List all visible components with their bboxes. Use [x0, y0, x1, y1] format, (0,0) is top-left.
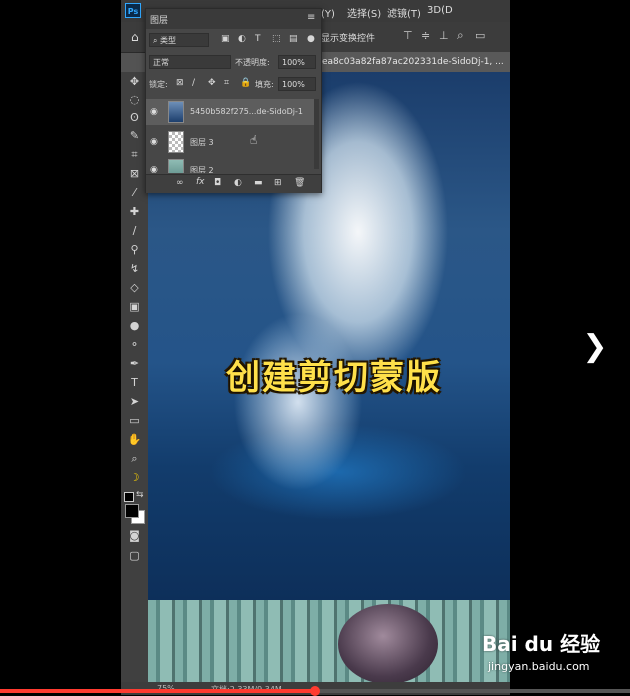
layer-row[interactable]: ◉ 图层 2 — [146, 157, 316, 173]
clone-stamp-tool-icon[interactable]: ⚲ — [125, 242, 144, 257]
layer-row[interactable]: ◉ 图层 3 — [146, 129, 316, 155]
eye-icon[interactable]: ◉ — [150, 137, 158, 147]
layer-thumbnail — [168, 159, 184, 173]
kind-filter-select[interactable]: ⌕ 类型 — [149, 33, 209, 47]
lasso-tool-icon[interactable]: ʘ — [125, 110, 144, 125]
lock-transparent-icon[interactable]: ⊠ — [176, 78, 184, 88]
frame-tool-icon[interactable]: ⊠ — [125, 166, 144, 181]
add-mask-icon[interactable]: ◘ — [214, 178, 221, 188]
eraser-tool-icon[interactable]: ◇ — [125, 280, 144, 295]
eye-icon[interactable]: ◉ — [150, 107, 158, 117]
kind-filter-label: 类型 — [160, 36, 177, 45]
align-top-icon[interactable]: ⊤ — [403, 29, 413, 42]
layer-thumbnail — [168, 101, 184, 123]
filter-smart-object-icon[interactable]: ▤ — [289, 34, 298, 44]
filter-adjustment-icon[interactable]: ◐ — [238, 34, 246, 44]
eye-icon[interactable]: ◉ — [150, 165, 158, 173]
crop-tool-icon[interactable]: ⌗ — [125, 147, 144, 162]
layer-name[interactable]: 图层 3 — [190, 137, 214, 148]
tutorial-caption: 创建剪切蒙版 — [226, 358, 442, 398]
marquee-tool-icon[interactable]: ◌ — [125, 92, 144, 107]
video-progress-bar[interactable] — [0, 686, 630, 696]
path-select-tool-icon[interactable]: ➤ — [125, 394, 144, 409]
swap-colors-icon[interactable]: ⇆ — [136, 490, 144, 500]
layer-row-selected[interactable]: ◉ 5450b582f275...de-SidoDj-1 — [146, 99, 316, 125]
menu-3d[interactable]: 3D(D — [427, 5, 453, 16]
history-brush-tool-icon[interactable]: ↯ — [125, 261, 144, 276]
panel-menu-icon[interactable]: ≡ — [307, 12, 315, 23]
pen-tool-icon[interactable]: ✒ — [125, 356, 144, 371]
menu-select[interactable]: 选择(S) — [347, 5, 381, 20]
photoshop-window: Ps 文(Y) 选择(S) 滤镜(T) 3D(D ⌂ 显示变换控件 ⊤ ≑ ⊥ … — [121, 0, 510, 695]
next-arrow-icon[interactable]: ❯ — [578, 327, 612, 367]
dodge-tool-icon[interactable]: ⚬ — [125, 337, 144, 352]
lock-position-icon[interactable]: ✥ — [208, 78, 216, 88]
filter-type-icon[interactable]: T — [255, 34, 261, 44]
video-progress-fill — [0, 689, 315, 693]
spoon-image — [338, 604, 438, 682]
type-tool-icon[interactable]: T — [125, 375, 144, 390]
watermark-brand: Bai du 经验 — [482, 632, 601, 656]
lock-all-icon[interactable]: 🔒 — [240, 78, 251, 88]
show-transform-controls-checkbox-label[interactable]: 显示变换控件 — [321, 31, 375, 44]
layer-thumbnail — [168, 131, 184, 153]
fill-label: 填充: — [255, 80, 274, 89]
tools-panel: ✥ ◌ ʘ ✎ ⌗ ⊠ ⁄ ✚ ∕ ⚲ ↯ ◇ ▣ ● ⚬ ✒ T ➤ ▭ ✋ … — [121, 72, 148, 682]
filter-shape-icon[interactable]: ⬚ — [272, 34, 281, 44]
align-middle-icon[interactable]: ≑ — [421, 29, 430, 42]
menu-filter[interactable]: 滤镜(T) — [387, 5, 421, 20]
banana-icon[interactable]: ☽ — [125, 470, 144, 485]
wood-background-image — [148, 600, 510, 682]
filter-toggle-icon[interactable]: ● — [307, 34, 315, 44]
layers-panel-title[interactable]: 图层 — [150, 13, 168, 26]
layers-scrollbar[interactable] — [314, 99, 319, 169]
filter-pixel-icon[interactable]: ▣ — [221, 34, 230, 44]
layer-name[interactable]: 5450b582f275...de-SidoDj-1 — [190, 107, 303, 116]
screen-mode-icon[interactable]: ▢ — [125, 548, 144, 563]
brush-tool-icon[interactable]: ∕ — [125, 223, 144, 238]
blur-tool-icon[interactable]: ● — [125, 318, 144, 333]
photoshop-logo: Ps — [125, 3, 141, 18]
new-layer-icon[interactable]: ⊞ — [274, 178, 282, 188]
default-colors-icon[interactable] — [124, 492, 134, 502]
layers-panel: 图层 ≡ ⌕ 类型 ▣ ◐ T ⬚ ▤ ● 正常 不透明度: 100% 锁定: … — [145, 8, 322, 193]
search-icon: ⌕ — [153, 36, 161, 45]
trash-icon[interactable]: 🗑 — [294, 178, 305, 188]
align-bottom-icon[interactable]: ⊥ — [439, 29, 449, 42]
watermark-url: jingyan.baidu.com — [488, 660, 590, 673]
lock-artboard-icon[interactable]: ⌗ — [224, 78, 229, 88]
lock-label: 锁定: — [149, 80, 168, 89]
eyedropper-tool-icon[interactable]: ⁄ — [125, 185, 144, 200]
gradient-tool-icon[interactable]: ▣ — [125, 299, 144, 314]
quick-select-tool-icon[interactable]: ✎ — [125, 128, 144, 143]
cursor-hand-icon: ☝ — [250, 133, 258, 147]
group-folder-icon[interactable]: ▬ — [254, 178, 263, 188]
document-tab[interactable]: ea8c03a82fa87ac202331de-SidoDj-1, ... — [318, 52, 510, 72]
lock-image-icon[interactable]: ∕ — [192, 78, 195, 88]
zoom-tool-icon[interactable]: ⌕ — [125, 451, 144, 466]
layers-panel-footer: ∞ fx ◘ ◐ ▬ ⊞ 🗑 — [146, 174, 321, 193]
workspace-icon[interactable]: ▭ — [475, 29, 485, 42]
move-tool-icon[interactable]: ✥ — [125, 74, 144, 89]
layers-panel-header: 图层 ≡ — [146, 9, 321, 29]
layer-name[interactable]: 图层 2 — [190, 165, 214, 173]
baidu-jingyan-watermark: Bai du 经验 jingyan.baidu.com — [482, 628, 604, 684]
home-icon[interactable]: ⌂ — [131, 30, 139, 44]
fill-input[interactable]: 100% — [278, 77, 316, 91]
hand-tool-icon[interactable]: ✋ — [125, 432, 144, 447]
healing-brush-tool-icon[interactable]: ✚ — [125, 204, 144, 219]
search-icon[interactable]: ⌕ — [457, 28, 464, 43]
adjustment-layer-icon[interactable]: ◐ — [234, 178, 242, 188]
quick-mask-icon[interactable]: ◙ — [125, 528, 144, 543]
opacity-label: 不透明度: — [235, 58, 270, 67]
link-layers-icon[interactable]: ∞ — [176, 178, 184, 188]
blend-mode-select[interactable]: 正常 — [149, 55, 231, 69]
foreground-color-swatch[interactable] — [125, 504, 139, 518]
fx-icon[interactable]: fx — [196, 177, 205, 187]
opacity-input[interactable]: 100% — [278, 55, 316, 69]
rectangle-tool-icon[interactable]: ▭ — [125, 413, 144, 428]
